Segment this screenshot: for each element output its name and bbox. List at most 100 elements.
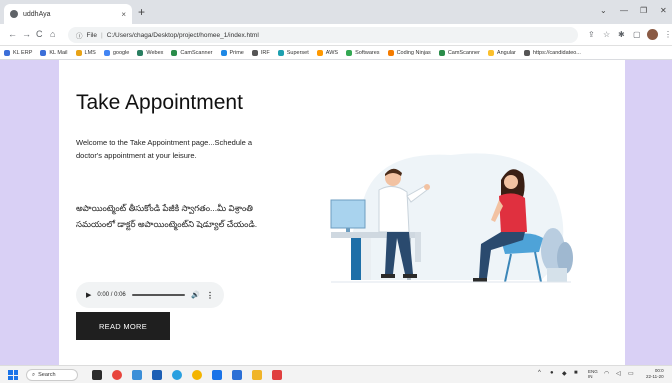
app-icon-6[interactable]: [272, 370, 282, 380]
language-region: IN: [588, 374, 593, 379]
taskbar-search-label: Search: [38, 372, 56, 378]
bookmark-item[interactable]: Angular: [487, 49, 516, 56]
bookmark-favicon-icon: [137, 49, 144, 56]
tray-app-icon-3[interactable]: ■: [574, 370, 578, 376]
bookmark-item[interactable]: KL ERP: [4, 49, 33, 56]
minimize-icon[interactable]: —: [620, 6, 628, 15]
chrome-icon[interactable]: [192, 370, 202, 380]
edge-icon[interactable]: [172, 370, 182, 380]
maximize-icon[interactable]: ❐: [640, 6, 647, 15]
bookmark-label: IRF: [260, 49, 270, 56]
bookmark-item[interactable]: CamScanner: [438, 49, 480, 56]
share-icon[interactable]: ⇪: [588, 30, 595, 39]
app-icon-1[interactable]: [112, 370, 122, 380]
bookmark-item[interactable]: Softwares: [346, 49, 380, 56]
bookmark-item[interactable]: LMS: [75, 49, 96, 56]
bookmark-item[interactable]: google: [103, 49, 130, 56]
profile-avatar[interactable]: [647, 29, 658, 40]
bookmark-label: Superset: [286, 49, 309, 56]
bookmark-item[interactable]: https://candidateo...: [523, 49, 581, 56]
bookmark-favicon-icon: [220, 49, 227, 56]
address-url: C:/Users/chaga/Desktop/project/homee_1/i…: [106, 31, 259, 39]
tab-title: uddhAya: [23, 10, 51, 18]
bookmark-favicon-icon: [103, 49, 110, 56]
tray-app-icon-1[interactable]: ●: [550, 370, 554, 376]
browser-tab[interactable]: uddhAya ×: [4, 4, 132, 24]
bookmark-label: Softwares: [355, 49, 380, 56]
bookmark-label: KL ERP: [13, 49, 33, 56]
bookmark-label: google: [112, 49, 130, 56]
bookmark-item[interactable]: Webex: [137, 49, 164, 56]
audio-more-icon[interactable]: ⋮: [206, 291, 214, 300]
bookmark-favicon-icon: [387, 49, 394, 56]
bookmark-label: Angular: [496, 49, 516, 56]
task-view-icon[interactable]: [92, 370, 102, 380]
info-icon[interactable]: ⓘ: [76, 30, 83, 40]
forward-icon[interactable]: →: [22, 29, 31, 39]
tray-app-icon-2[interactable]: ◆: [562, 370, 567, 377]
bookmark-label: LMS: [84, 49, 96, 56]
bookmark-item[interactable]: CamScanner: [171, 49, 213, 56]
audio-player[interactable]: ▶ 0:00 / 0:06 🔊 ⋮: [76, 282, 224, 308]
bookmark-item[interactable]: KL Mail: [40, 49, 68, 56]
app-icon-5[interactable]: [232, 370, 242, 380]
address-input[interactable]: ⓘ File | C:/Users/chaga/Desktop/project/…: [68, 27, 578, 43]
bookmark-label: Webex: [146, 49, 164, 56]
sidepanel-icon[interactable]: ▢: [633, 30, 641, 39]
bookmark-item[interactable]: IRF: [251, 49, 270, 56]
page-description-telugu: అపాయింట్మెంట్ తీసుకోండి పేజీకి స్వాగతం..…: [76, 203, 258, 229]
battery-icon[interactable]: ▭: [628, 370, 634, 377]
bookmark-star-icon[interactable]: ☆: [603, 30, 610, 39]
audio-time: 0:00 / 0:06: [97, 292, 126, 298]
bookmark-label: CamScanner: [180, 49, 213, 56]
home-icon[interactable]: ⌂: [50, 29, 55, 39]
close-window-icon[interactable]: ✕: [660, 6, 667, 15]
app-icon-3[interactable]: [152, 370, 162, 380]
app-icon-2[interactable]: [132, 370, 142, 380]
bookmark-item[interactable]: Prime: [220, 49, 244, 56]
tab-favicon-icon: [10, 10, 18, 18]
bookmark-item[interactable]: AWS: [316, 49, 339, 56]
play-icon[interactable]: ▶: [86, 291, 91, 299]
search-icon: ⌕: [32, 371, 36, 378]
windows-taskbar: ⌕ Search ^ ● ◆ ■ ENG IN ◠ ◁ ▭ 00:0 22-11-…: [0, 365, 672, 383]
bookmark-favicon-icon: [316, 49, 323, 56]
wifi-icon[interactable]: ◠: [604, 370, 609, 377]
volume-tray-icon[interactable]: ◁: [616, 370, 621, 377]
extensions-icon[interactable]: ✱: [618, 30, 625, 39]
bookmark-favicon-icon: [4, 49, 10, 56]
volume-icon[interactable]: 🔊: [191, 291, 200, 299]
address-bar-row: ← → C ⌂ ⓘ File | C:/Users/chaga/Desktop/…: [0, 24, 672, 46]
doctor-appointment-illustration: [330, 153, 573, 283]
read-more-button[interactable]: READ MORE: [76, 312, 170, 340]
file-explorer-icon[interactable]: [252, 370, 262, 380]
back-icon[interactable]: ←: [8, 29, 17, 39]
bookmark-item[interactable]: Coding Ninjas: [387, 49, 431, 56]
bookmark-favicon-icon: [438, 49, 445, 56]
bookmark-item[interactable]: Superset: [277, 49, 309, 56]
bookmark-favicon-icon: [251, 49, 258, 56]
taskbar-search-input[interactable]: ⌕ Search: [26, 369, 78, 381]
language-indicator[interactable]: ENG IN: [588, 369, 598, 379]
app-icon-4[interactable]: [212, 370, 222, 380]
bookmark-label: KL Mail: [49, 49, 68, 56]
bookmark-favicon-icon: [277, 49, 284, 56]
reload-icon[interactable]: C: [36, 29, 43, 39]
bookmark-label: AWS: [325, 49, 339, 56]
bookmark-label: Coding Ninjas: [396, 49, 431, 56]
bookmark-label: https://candidateo...: [532, 49, 581, 56]
windows-start-icon[interactable]: [8, 370, 18, 380]
page-container: Take Appointment Welcome to the Take App…: [59, 60, 625, 365]
bookmark-label: CamScanner: [447, 49, 480, 56]
tray-chevron-icon[interactable]: ^: [538, 370, 541, 376]
bookmark-label: Prime: [229, 49, 244, 56]
new-tab-button[interactable]: +: [138, 5, 145, 19]
clock-date: 22-11-20: [646, 374, 664, 379]
taskbar-clock[interactable]: 00:0 22-11-20: [646, 368, 664, 380]
tab-search-icon[interactable]: ⌄: [600, 6, 607, 15]
tab-close-icon[interactable]: ×: [121, 10, 126, 19]
bookmark-favicon-icon: [75, 49, 82, 56]
audio-progress-slider[interactable]: [131, 294, 186, 296]
bookmark-favicon-icon: [523, 49, 530, 56]
menu-icon[interactable]: ⋮: [664, 30, 672, 39]
